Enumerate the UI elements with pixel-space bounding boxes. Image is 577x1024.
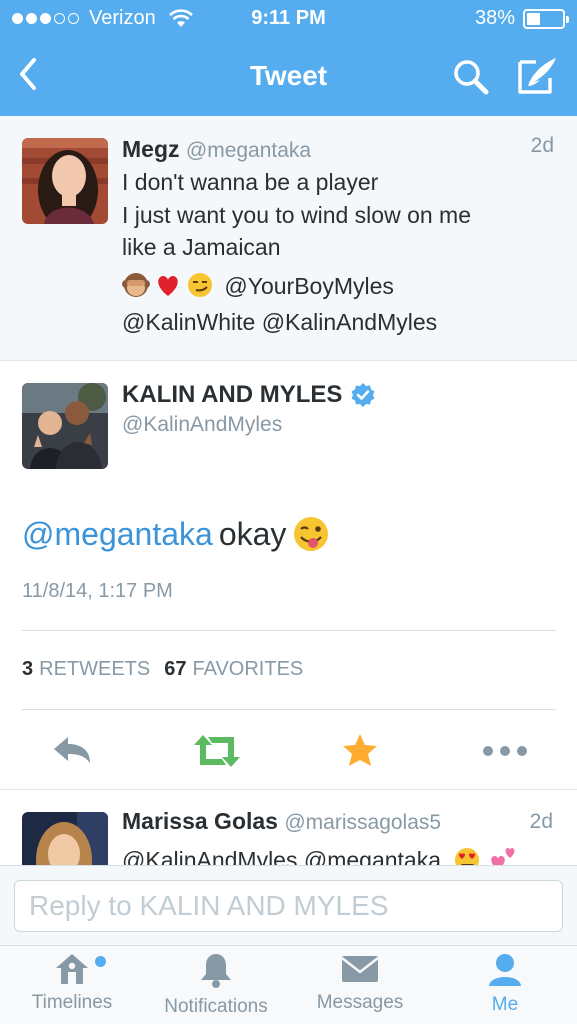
author-name-row: KALIN AND MYLES — [122, 381, 376, 409]
tab-timelines[interactable]: Timelines — [22, 952, 122, 1014]
parent-tweet-header: Megz @megantaka — [122, 134, 562, 166]
avatar[interactable] — [22, 383, 108, 469]
notification-badge — [95, 956, 106, 967]
reply-tweet[interactable]: Marissa Golas @marissagolas5 2d @KalinAn… — [0, 789, 577, 865]
main-tweet: KALIN AND MYLES @KalinAndMyles @megantak… — [0, 361, 577, 789]
tweet-text-body: okay — [218, 515, 287, 552]
red-heart-icon — [158, 275, 178, 296]
divider — [22, 630, 556, 631]
reply-bar — [0, 865, 577, 945]
author-handle[interactable]: @KalinAndMyles — [122, 413, 282, 437]
tweet-text: I don't wanna be a player I just want yo… — [122, 166, 562, 339]
reply-header: Marissa Golas @marissagolas5 — [122, 808, 441, 835]
tab-messages[interactable]: Messages — [305, 952, 415, 1014]
tab-label: Messages — [316, 992, 404, 1013]
tweet-timestamp: 11/8/14, 1:17 PM — [22, 580, 173, 602]
parent-tweet-body: Megz @megantaka 2d I don't wanna be a pl… — [122, 134, 562, 339]
mention-link[interactable]: @KalinAndMyles — [262, 309, 437, 335]
mention-link[interactable]: @megantaka — [22, 516, 213, 553]
favorite-icon[interactable] — [340, 731, 380, 771]
tab-label: Me — [491, 994, 519, 1015]
status-bar: Verizon 9:11 PM 38% — [0, 0, 577, 38]
author-handle[interactable]: @megantaka — [186, 139, 311, 162]
bell-icon — [201, 954, 231, 988]
reply-input[interactable] — [14, 880, 563, 932]
tweet-text: @megantaka okay — [22, 515, 330, 553]
retweets-count: 3 — [22, 658, 34, 680]
tweet-actions — [0, 731, 577, 771]
favorites-count: 67 — [164, 658, 187, 680]
tab-me[interactable]: Me — [468, 952, 542, 1016]
compose-icon[interactable] — [514, 54, 560, 98]
avatar[interactable] — [22, 138, 108, 224]
tweet-text-body: @KalinAndMyles @megantaka — [122, 847, 442, 865]
verified-badge-icon — [351, 383, 375, 407]
author-handle[interactable]: @marissagolas5 — [284, 811, 441, 834]
reply-icon[interactable] — [50, 731, 94, 771]
winking-tongue-face-icon — [294, 517, 329, 551]
retweets-stat[interactable]: 3 RETWEETS — [22, 658, 150, 681]
search-icon[interactable] — [450, 56, 492, 98]
parent-tweet[interactable]: Megz @megantaka 2d I don't wanna be a pl… — [0, 116, 577, 361]
divider — [22, 709, 556, 710]
smirk-face-icon — [188, 272, 212, 297]
retweets-label: RETWEETS — [39, 658, 151, 680]
tweet-line: I don't wanna be a player — [122, 169, 379, 195]
mention-link[interactable]: @YourBoyMyles — [224, 273, 394, 299]
battery-icon — [523, 8, 569, 29]
more-icon[interactable] — [482, 731, 528, 771]
avatar[interactable] — [22, 812, 108, 865]
top-bar: Verizon 9:11 PM 38% Tweet — [0, 0, 577, 116]
tab-label: Timelines — [31, 992, 113, 1013]
author-name[interactable]: Megz — [122, 136, 180, 162]
tweet-line: like a Jamaican — [122, 234, 281, 260]
tweet-line: I just want you to wind slow on me — [122, 201, 471, 228]
author-name[interactable]: Marissa Golas — [122, 808, 278, 834]
envelope-icon — [341, 956, 379, 982]
person-icon — [489, 954, 521, 986]
retweet-icon[interactable] — [192, 731, 242, 771]
mention-link[interactable]: @KalinWhite — [122, 309, 255, 335]
tweet-age: 2d — [529, 810, 553, 833]
battery-status: 38% — [474, 7, 569, 30]
tab-label: Notifications — [164, 996, 268, 1017]
nav-bar: Tweet — [0, 38, 577, 116]
battery-percent: 38% — [474, 7, 515, 29]
tweet-age: 2d — [530, 134, 554, 157]
home-icon — [56, 954, 88, 984]
author-name[interactable]: KALIN AND MYLES — [122, 381, 342, 409]
tab-notifications[interactable]: Notifications — [150, 952, 282, 1018]
two-hearts-icon — [491, 848, 515, 865]
see-no-evil-monkey-icon — [122, 272, 150, 297]
tab-bar: Timelines Notifications Messages Me — [0, 945, 577, 1024]
heart-eyes-face-icon — [455, 848, 480, 865]
tweet-text: @KalinAndMyles @megantaka — [122, 846, 518, 865]
tweet-stats: 3 RETWEETS 67 FAVORITES — [22, 658, 303, 681]
favorites-label: FAVORITES — [192, 658, 304, 680]
favorites-stat[interactable]: 67 FAVORITES — [164, 658, 303, 681]
